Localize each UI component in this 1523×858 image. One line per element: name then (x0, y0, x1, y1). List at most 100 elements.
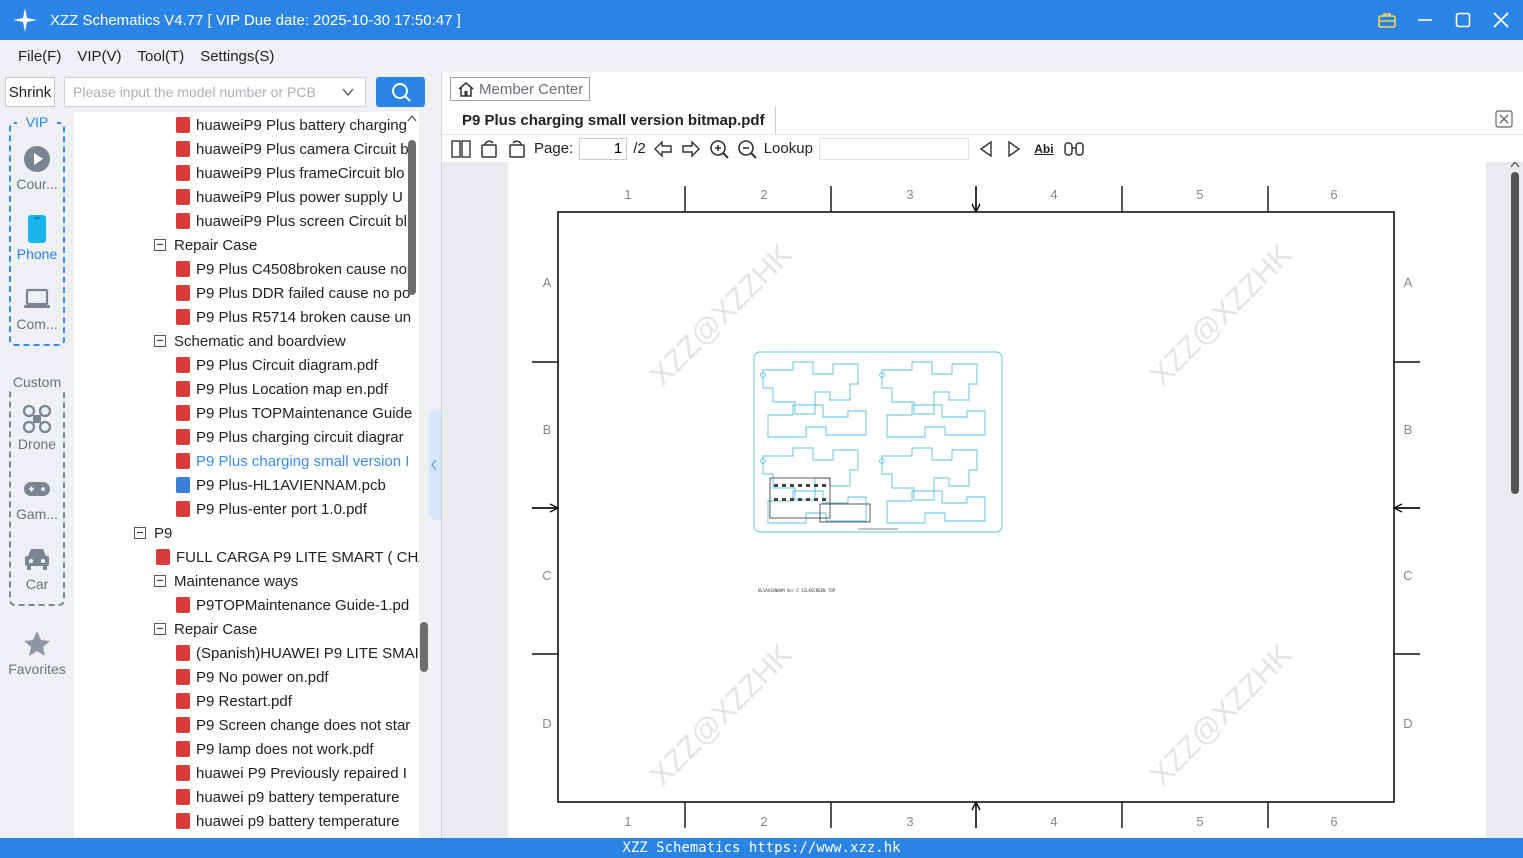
tree-file[interactable]: P9 Plus Circuit diagram.pdf (176, 353, 378, 377)
column-label: 6 (1330, 187, 1337, 202)
row-label: D (1403, 716, 1412, 731)
tree-file[interactable]: huawei p9 battery temperature (176, 809, 399, 833)
tree-file[interactable]: P9 lamp does not work.pdf (176, 737, 374, 761)
category-computer[interactable]: Com... (0, 282, 74, 332)
tree-item-label: P9 Plus-enter port 1.0.pdf (196, 500, 367, 518)
tree-file[interactable]: huaweiP9 Plus battery charging (176, 113, 407, 137)
row-label: D (542, 716, 551, 731)
binoculars-icon[interactable] (1063, 138, 1085, 160)
tree-file[interactable]: P9TOPMaintenance Guide-1.pd (176, 593, 409, 617)
category-game[interactable]: Gam... (0, 472, 74, 522)
tree-scrollbar-thumb[interactable] (408, 140, 416, 295)
tree-file[interactable]: huaweiP9 Plus power supply U (176, 185, 403, 209)
previous-page-icon[interactable] (652, 138, 674, 160)
car-icon (25, 549, 49, 570)
window-title: XZZ Schematics V4.77 [ VIP Due date: 202… (50, 11, 461, 29)
rotate-left-icon[interactable] (478, 138, 500, 160)
pcb-board-outline (881, 447, 978, 501)
two-page-view-icon[interactable] (450, 138, 472, 160)
tree-folder[interactable]: Schematic and boardview (154, 329, 346, 353)
match-case-button[interactable]: Abi (1031, 138, 1057, 160)
tree-folder[interactable]: Repair Case (154, 617, 257, 641)
tree-item-label: P9 Plus Circuit diagram.pdf (196, 356, 378, 374)
pdf-file-icon (176, 405, 190, 421)
column-label: 6 (1330, 814, 1337, 829)
pcb-file-icon (176, 477, 190, 493)
search-combobox[interactable] (64, 77, 366, 107)
tree-file[interactable]: P9 Plus charging circuit diagrar (176, 425, 404, 449)
tree-file[interactable]: P9 No power on.pdf (176, 665, 329, 689)
tree-file[interactable]: huaweiP9 Plus camera Circuit b (176, 137, 409, 161)
watermark: XZZ@XZZHK (1144, 238, 1298, 392)
search-button[interactable] (376, 77, 425, 107)
close-button[interactable] (1489, 8, 1513, 32)
menu-tool[interactable]: Tool(T) (138, 48, 185, 65)
tree-file[interactable]: P9 Plus TOPMaintenance Guide (176, 401, 412, 425)
tree-file[interactable]: P9 Screen change does not star (176, 713, 410, 737)
close-tab-icon[interactable] (1495, 110, 1513, 128)
zoom-in-icon[interactable] (708, 138, 730, 160)
tree-file[interactable]: P9 Restart.pdf (176, 689, 292, 713)
tree-file[interactable]: P9 Plus charging small version I (176, 449, 409, 473)
menu-file[interactable]: File(F) (18, 48, 61, 65)
document-viewer[interactable]: 1 1 2 2 3 3 4 4 5 5 6 6 A A B B C C D D XZZ@XZZHK XZZ@XZZHK XZ… (442, 162, 1523, 838)
row-label: C (1403, 568, 1412, 583)
tree-file[interactable]: (Spanish)HUAWEI P9 LITE SMAI (176, 641, 419, 665)
page-number-input[interactable] (579, 137, 628, 160)
tree-file[interactable]: huawei p9 battery temperature (176, 785, 399, 809)
tree-file[interactable]: huaweiP9 Plus screen Circuit bl (176, 209, 407, 233)
viewer-pane: Member Center P9 Plus charging small ver… (441, 72, 1523, 838)
viewer-scrollbar[interactable] (1510, 162, 1520, 838)
tree-file[interactable]: huaweiP9 Plus frameCircuit blo (176, 161, 404, 185)
file-tree: huaweiP9 Plus battery charging huaweiP9 P… (74, 112, 419, 838)
next-page-icon[interactable] (680, 138, 702, 160)
menu-settings[interactable]: Settings(S) (200, 48, 274, 65)
tree-file[interactable]: P9 Plus-HL1AVIENNAM.pcb (176, 473, 386, 497)
component (806, 498, 810, 501)
category-courses[interactable]: Cour... (0, 142, 74, 192)
document-tab[interactable]: P9 Plus charging small version bitmap.pd… (452, 106, 776, 134)
rotate-right-icon[interactable] (506, 138, 528, 160)
tree-file[interactable]: huawei P9 Previously repaired I (176, 761, 407, 785)
tree-folder[interactable]: Maintenance ways (154, 569, 298, 593)
tree-file[interactable]: P9 Plus DDR failed cause no po (176, 281, 410, 305)
category-drone[interactable]: Drone (0, 402, 74, 452)
chevron-down-icon[interactable] (341, 85, 355, 102)
collapse-toggle-icon[interactable] (154, 335, 166, 347)
tree-item-label: P9 Plus C4508broken cause no (196, 260, 407, 278)
category-phone[interactable]: Phone (0, 212, 74, 262)
category-label: Gam... (15, 506, 58, 522)
collapse-toggle-icon[interactable] (134, 527, 146, 539)
maximize-button[interactable] (1451, 8, 1475, 32)
tree-folder[interactable]: P9 (134, 521, 172, 545)
zoom-out-icon[interactable] (736, 138, 758, 160)
tree-file[interactable]: P9 Plus C4508broken cause no (176, 257, 407, 281)
favorites-button[interactable]: Favorites (0, 627, 74, 677)
tree-item-label: P9 lamp does not work.pdf (196, 740, 374, 758)
tree-file[interactable]: P9 Plus R5714 broken cause un (176, 305, 411, 329)
collapse-toggle-icon[interactable] (154, 575, 166, 587)
lookup-input[interactable] (818, 137, 969, 160)
find-previous-icon[interactable] (975, 138, 997, 160)
tree-scrollbar-thumb-secondary[interactable] (420, 622, 428, 672)
viewer-scrollbar-thumb[interactable] (1511, 172, 1519, 494)
tree-folder[interactable]: Repair Case (154, 233, 257, 257)
tree-file[interactable]: P9 Plus Location map en.pdf (176, 377, 388, 401)
menu-bar: File(F) VIP(V) Tool(T) Settings(S) (0, 40, 1523, 72)
tree-scrollbar[interactable] (407, 112, 428, 839)
panel-collapse-handle[interactable] (429, 410, 441, 520)
category-sidebar: VIP Cour... Phone Com... Custom Drone Ga… (0, 112, 74, 838)
member-center-button[interactable]: Member Center (450, 77, 591, 101)
minimize-button[interactable] (1413, 8, 1437, 32)
tree-file[interactable]: FULL CARGA P9 LITE SMART ( CHA (156, 545, 419, 569)
shrink-button[interactable]: Shrink (5, 77, 55, 107)
watermark: XZZ@XZZHK (644, 638, 798, 792)
category-car[interactable]: Car (0, 542, 74, 592)
tree-file[interactable]: P9 Plus-enter port 1.0.pdf (176, 497, 367, 521)
collapse-toggle-icon[interactable] (154, 239, 166, 251)
search-input[interactable] (65, 78, 335, 106)
menu-vip[interactable]: VIP(V) (77, 48, 121, 65)
find-next-icon[interactable] (1003, 138, 1025, 160)
vip-bag-icon[interactable] (1375, 8, 1399, 32)
collapse-toggle-icon[interactable] (154, 623, 166, 635)
